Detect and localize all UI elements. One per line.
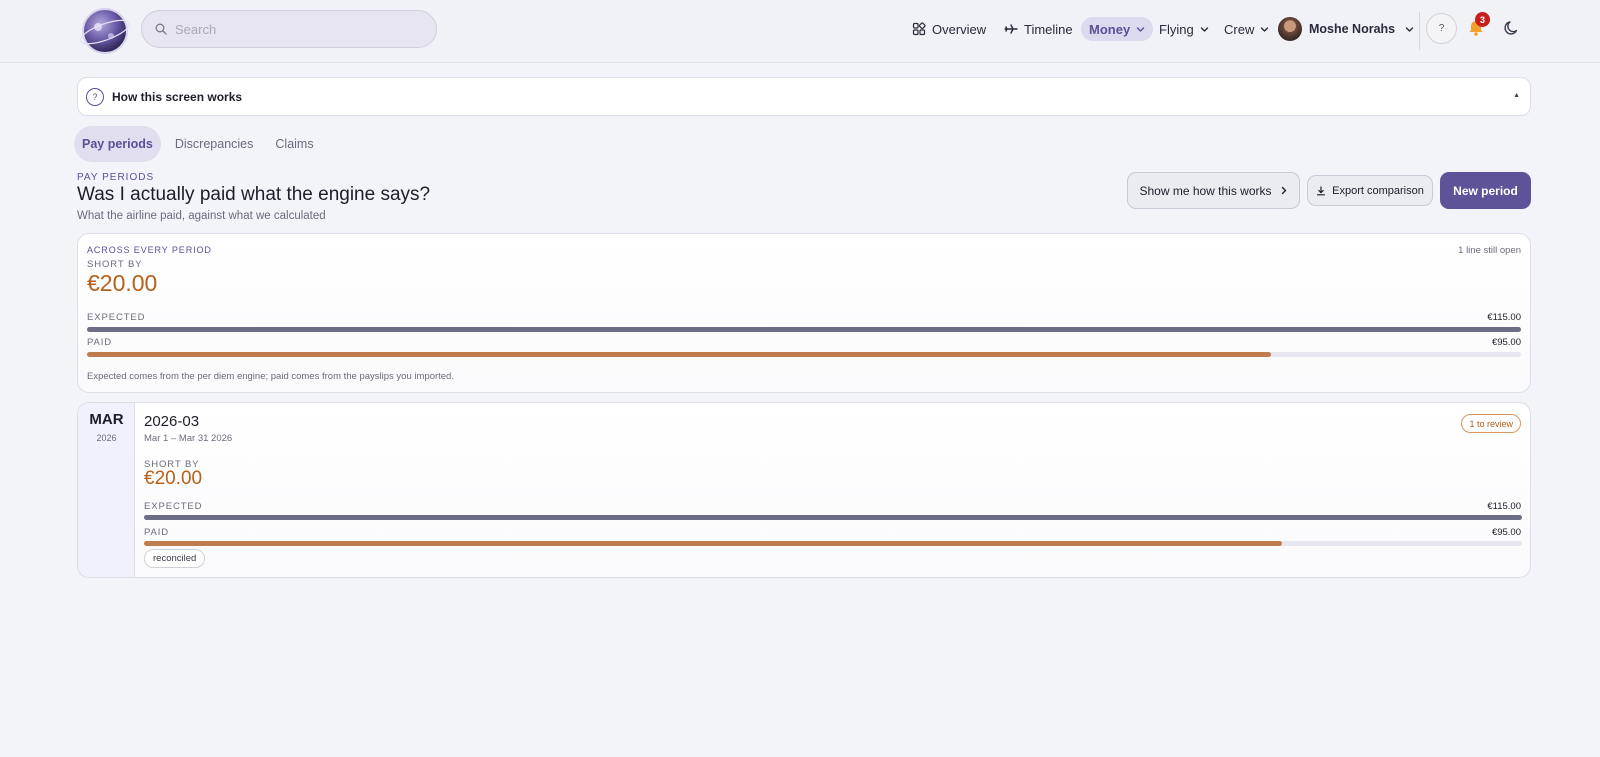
period-name: 2026-03 — [144, 413, 200, 430]
chevron-down-icon — [1136, 26, 1145, 32]
period-paid-value: €95.00 — [1491, 527, 1521, 538]
expected-bar — [87, 327, 1521, 332]
user-menu[interactable]: Moshe Norahs — [1270, 15, 1422, 43]
nav-timeline[interactable]: Timeline — [996, 17, 1081, 41]
header-divider — [1419, 12, 1420, 50]
nav-money-label: Money — [1089, 21, 1131, 37]
tab-claims[interactable]: Claims — [267, 126, 321, 162]
open-lines-status: 1 line still open — [1458, 245, 1521, 256]
new-period-button[interactable]: New period — [1440, 172, 1531, 209]
show-how-it-works-label: Show me how this works — [1139, 183, 1272, 198]
page-eyebrow: PAY PERIODS — [77, 172, 155, 183]
nav-timeline-label: Timeline — [1024, 21, 1073, 37]
plane-icon — [1004, 24, 1018, 34]
chevron-down-icon — [1261, 26, 1269, 32]
dashboard-icon — [912, 22, 926, 36]
paid-value: €95.00 — [1491, 337, 1521, 348]
paid-bar-fill — [87, 352, 1272, 357]
moon-icon[interactable] — [1503, 19, 1521, 37]
period-expected-bar — [144, 515, 1522, 520]
period-paid-label: PAID — [144, 527, 170, 538]
page-subtitle: What the airline paid, against what we c… — [77, 210, 326, 222]
avatar — [1278, 17, 1302, 41]
expected-value: €115.00 — [1487, 312, 1521, 323]
period-expected-bar-fill — [144, 515, 1522, 520]
paid-bar — [87, 352, 1521, 357]
period-expected-label: EXPECTED — [144, 501, 203, 512]
nav-crew[interactable]: Crew — [1216, 17, 1277, 41]
review-badge[interactable]: 1 to review — [1461, 414, 1521, 433]
tab-discrepancies[interactable]: Discrepancies — [167, 126, 262, 162]
period-paid-bar — [144, 541, 1522, 546]
period-date-column: MAR 2026 — [78, 403, 135, 577]
search-box[interactable] — [141, 10, 437, 48]
user-name: Moshe Norahs — [1309, 22, 1396, 36]
summary-eyebrow: ACROSS EVERY PERIOD — [87, 245, 212, 255]
tab-pay-periods[interactable]: Pay periods — [74, 126, 161, 162]
period-card[interactable]: MAR 2026 2026-03 Mar 1 – Mar 31 2026 1 t… — [77, 402, 1531, 578]
notification-count: 3 — [1479, 14, 1485, 25]
period-year: 2026 — [96, 433, 117, 443]
period-expected-value: €115.00 — [1487, 501, 1521, 512]
period-paid-bar-fill — [144, 541, 1283, 546]
expected-bar-fill — [87, 327, 1521, 332]
period-short-by-amount: €20.00 — [144, 468, 203, 489]
question-icon: ? — [86, 87, 104, 106]
chevron-right-icon — [1281, 186, 1286, 195]
collapse-caret-icon[interactable]: ▲ — [1513, 92, 1520, 99]
nav-money[interactable]: Money — [1081, 17, 1154, 41]
how-this-screen-works-panel[interactable]: ? How this screen works ▲ — [77, 77, 1531, 116]
chevron-down-icon — [1405, 26, 1414, 32]
search-input[interactable] — [175, 21, 415, 37]
summary-card: ACROSS EVERY PERIOD 1 line still open SH… — [77, 233, 1531, 393]
tab-bar: Pay periods Discrepancies Claims — [74, 126, 322, 162]
export-comparison-label: Export comparison — [1332, 184, 1424, 197]
nav-flying-label: Flying — [1159, 21, 1194, 37]
how-this-screen-works-label: How this screen works — [112, 89, 243, 104]
top-bar: Overview Timeline Money Flying Crew Mosh… — [0, 0, 1600, 63]
nav-overview-label: Overview — [932, 21, 987, 37]
period-month: MAR — [89, 411, 124, 428]
expected-label: EXPECTED — [87, 312, 146, 323]
nav-crew-label: Crew — [1224, 21, 1255, 37]
page-title: Was I actually paid what the engine says… — [77, 184, 431, 205]
chevron-down-icon — [1200, 26, 1208, 32]
summary-footnote: Expected comes from the per diem engine;… — [87, 371, 454, 382]
search-icon — [155, 23, 167, 35]
help-button[interactable]: ? — [1426, 13, 1457, 44]
paid-label: PAID — [87, 337, 113, 348]
period-range: Mar 1 – Mar 31 2026 — [144, 433, 233, 444]
download-icon — [1317, 185, 1326, 195]
logo-icon[interactable] — [79, 5, 131, 57]
short-by-label: SHORT BY — [87, 259, 143, 270]
status-chip: reconciled — [144, 549, 206, 568]
show-how-it-works-button[interactable]: Show me how this works — [1127, 172, 1300, 209]
short-by-amount: €20.00 — [87, 270, 158, 296]
help-button-label: ? — [1438, 23, 1445, 34]
nav-flying[interactable]: Flying — [1151, 17, 1217, 41]
nav-overview[interactable]: Overview — [904, 17, 994, 41]
export-comparison-button[interactable]: Export comparison — [1307, 175, 1433, 206]
notification-badge: 3 — [1475, 12, 1490, 27]
